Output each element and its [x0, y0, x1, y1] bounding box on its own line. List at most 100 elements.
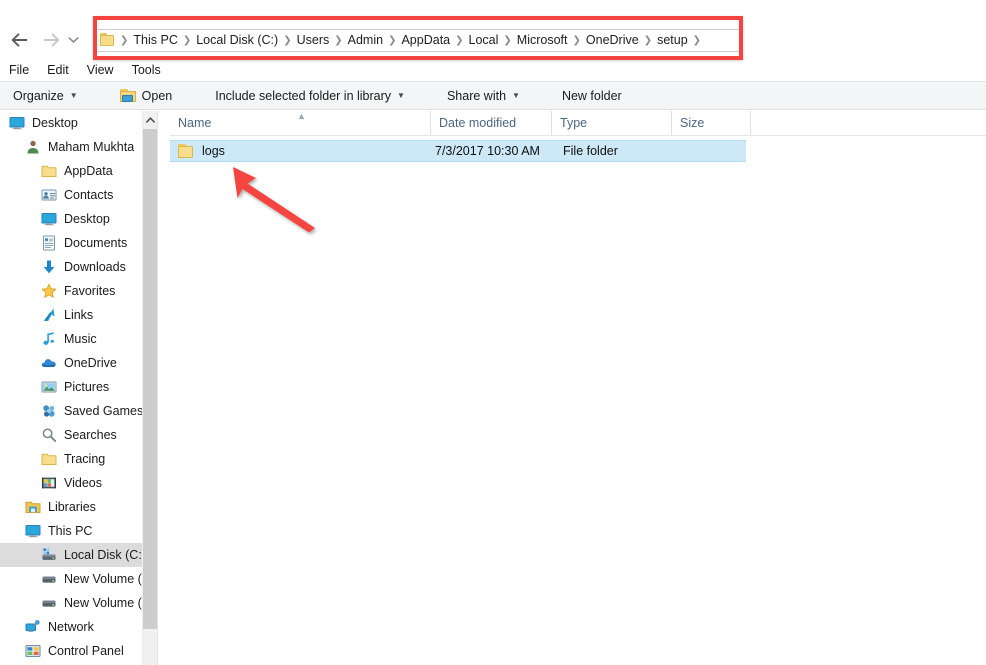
breadcrumb-separator[interactable]: ❯: [692, 30, 702, 51]
scrollbar-thumb[interactable]: [143, 129, 158, 629]
sidebar-item-downloads[interactable]: Downloads: [0, 255, 142, 279]
sidebar-item-local-disk-c[interactable]: Local Disk (C:): [0, 543, 142, 567]
command-bar: Organize ▼ Open Include selected folder …: [0, 81, 986, 110]
chevron-down-icon: ▼: [69, 90, 78, 100]
back-button[interactable]: [4, 22, 34, 58]
sidebar-item-pictures[interactable]: Pictures: [0, 375, 142, 399]
sidebar-item-desktop[interactable]: Desktop: [0, 111, 142, 135]
breadcrumb-item-local-disk-c[interactable]: Local Disk (C:): [192, 30, 282, 51]
breadcrumb-item-appdata[interactable]: AppData: [397, 30, 454, 51]
breadcrumb-item-microsoft[interactable]: Microsoft: [513, 30, 572, 51]
sidebar-item-desktop[interactable]: Desktop: [0, 207, 142, 231]
breadcrumb-separator[interactable]: ❯: [643, 30, 653, 51]
sidebar-item-label: Local Disk (C:): [64, 548, 142, 562]
monitor-icon: [9, 115, 26, 131]
breadcrumb-separator[interactable]: ❯: [282, 30, 292, 51]
sidebar-item-label: Favorites: [64, 284, 116, 298]
sidebar-item-libraries[interactable]: Libraries: [0, 495, 142, 519]
sidebar-item-links[interactable]: Links: [0, 303, 142, 327]
menu-item-file[interactable]: File: [0, 60, 38, 80]
column-header-date-modified[interactable]: Date modified: [430, 111, 551, 135]
sidebar-item-new-volume-e[interactable]: New Volume (E:): [0, 591, 142, 615]
sidebar-item-onedrive[interactable]: OneDrive: [0, 351, 142, 375]
sidebar-item-label: This PC: [48, 524, 93, 538]
folder-icon: [178, 144, 195, 158]
breadcrumb-separator[interactable]: ❯: [502, 30, 512, 51]
sidebar-item-label: Links: [64, 308, 94, 322]
column-header-date-modified-label: Date modified: [439, 116, 517, 130]
menu-item-view[interactable]: View: [78, 60, 123, 80]
column-header-size-label: Size: [680, 116, 705, 130]
sidebar-item-label: Desktop: [64, 212, 110, 226]
star-icon: [41, 283, 58, 299]
organize-button[interactable]: Organize ▼: [3, 84, 88, 108]
menu-item-edit[interactable]: Edit: [38, 60, 78, 80]
sidebar-item-favorites[interactable]: Favorites: [0, 279, 142, 303]
sidebar-item-label: Tracing: [64, 452, 106, 466]
sidebar-item-label: OneDrive: [64, 356, 117, 370]
hard-drive-c-icon: [41, 547, 58, 563]
open-button[interactable]: Open: [110, 84, 183, 108]
sidebar-item-tracing[interactable]: Tracing: [0, 447, 142, 471]
sidebar-item-appdata[interactable]: AppData: [0, 159, 142, 183]
sidebar-item-contacts[interactable]: Contacts: [0, 183, 142, 207]
column-header-type[interactable]: Type: [551, 111, 671, 135]
column-header-size[interactable]: Size: [671, 111, 751, 135]
table-row[interactable]: logs 7/3/2017 10:30 AM File folder: [170, 140, 746, 162]
include-in-library-button[interactable]: Include selected folder in library ▼: [205, 84, 415, 108]
row-type: File folder: [563, 144, 618, 158]
breadcrumb-item-admin[interactable]: Admin: [344, 30, 387, 51]
folder-icon: [99, 33, 117, 48]
breadcrumb-item-onedrive[interactable]: OneDrive: [582, 30, 643, 51]
sidebar-item-this-pc[interactable]: This PC: [0, 519, 142, 543]
column-header-name[interactable]: Name ▲: [170, 111, 430, 135]
sidebar-item-maham-mukhta[interactable]: Maham Mukhta: [0, 135, 142, 159]
breadcrumb-separator[interactable]: ❯: [387, 30, 397, 51]
sidebar-item-label: AppData: [64, 164, 113, 178]
breadcrumb-separator[interactable]: ❯: [182, 30, 192, 51]
row-name: logs: [202, 144, 225, 158]
address-bar[interactable]: ❯ This PC ❯ Local Disk (C:) ❯ Users ❯ Admin ❯ Ap…: [95, 29, 740, 52]
contacts-icon: [41, 187, 58, 203]
breadcrumb-separator[interactable]: ❯: [572, 30, 582, 51]
chevron-down-icon: ▼: [512, 90, 520, 100]
sidebar-item-label: Pictures: [64, 380, 110, 394]
sidebar-item-music[interactable]: Music: [0, 327, 142, 351]
download-icon: [41, 259, 58, 275]
breadcrumb-separator: ❯: [120, 35, 129, 46]
libraries-icon: [25, 499, 42, 515]
sidebar-item-new-volume-d[interactable]: New Volume (D:): [0, 567, 142, 591]
share-with-button[interactable]: Share with ▼: [437, 84, 530, 108]
sidebar-item-saved-games[interactable]: Saved Games: [0, 399, 142, 423]
folder-icon: [41, 451, 58, 467]
sidebar-item-label: Searches: [64, 428, 117, 442]
sidebar-item-control-panel[interactable]: Control Panel: [0, 639, 142, 663]
navigation-pane-scrollbar[interactable]: [142, 111, 158, 665]
breadcrumb-item-setup[interactable]: setup: [653, 30, 692, 51]
organize-label: Organize: [13, 88, 64, 103]
open-label: Open: [141, 88, 173, 103]
new-folder-button[interactable]: New folder: [552, 84, 632, 108]
sidebar-item-label: Maham Mukhta: [48, 140, 135, 154]
sidebar-item-label: Network: [48, 620, 94, 634]
magnifier-icon: [41, 427, 58, 443]
recent-locations-button[interactable]: [62, 22, 84, 58]
column-header-row: Name ▲ Date modified Type Size: [170, 111, 986, 136]
sidebar-item-network[interactable]: Network: [0, 615, 142, 639]
breadcrumb-item-users[interactable]: Users: [293, 30, 334, 51]
control-panel-icon: [25, 643, 42, 659]
music-note-icon: [41, 331, 58, 347]
monitor-icon: [41, 211, 58, 227]
menu-item-tools[interactable]: Tools: [123, 60, 170, 80]
sidebar-item-label: Videos: [64, 476, 102, 490]
sidebar-item-videos[interactable]: Videos: [0, 471, 142, 495]
scroll-up-button[interactable]: [143, 111, 158, 128]
breadcrumb-separator[interactable]: ❯: [454, 30, 464, 51]
file-list-pane: Name ▲ Date modified Type Size logs 7/3/…: [158, 111, 986, 665]
sidebar-item-searches[interactable]: Searches: [0, 423, 142, 447]
breadcrumb-item-this-pc[interactable]: This PC: [129, 30, 181, 51]
film-icon: [41, 475, 58, 491]
breadcrumb-item-local[interactable]: Local: [465, 30, 503, 51]
sidebar-item-documents[interactable]: Documents: [0, 231, 142, 255]
breadcrumb-separator[interactable]: ❯: [333, 30, 343, 51]
